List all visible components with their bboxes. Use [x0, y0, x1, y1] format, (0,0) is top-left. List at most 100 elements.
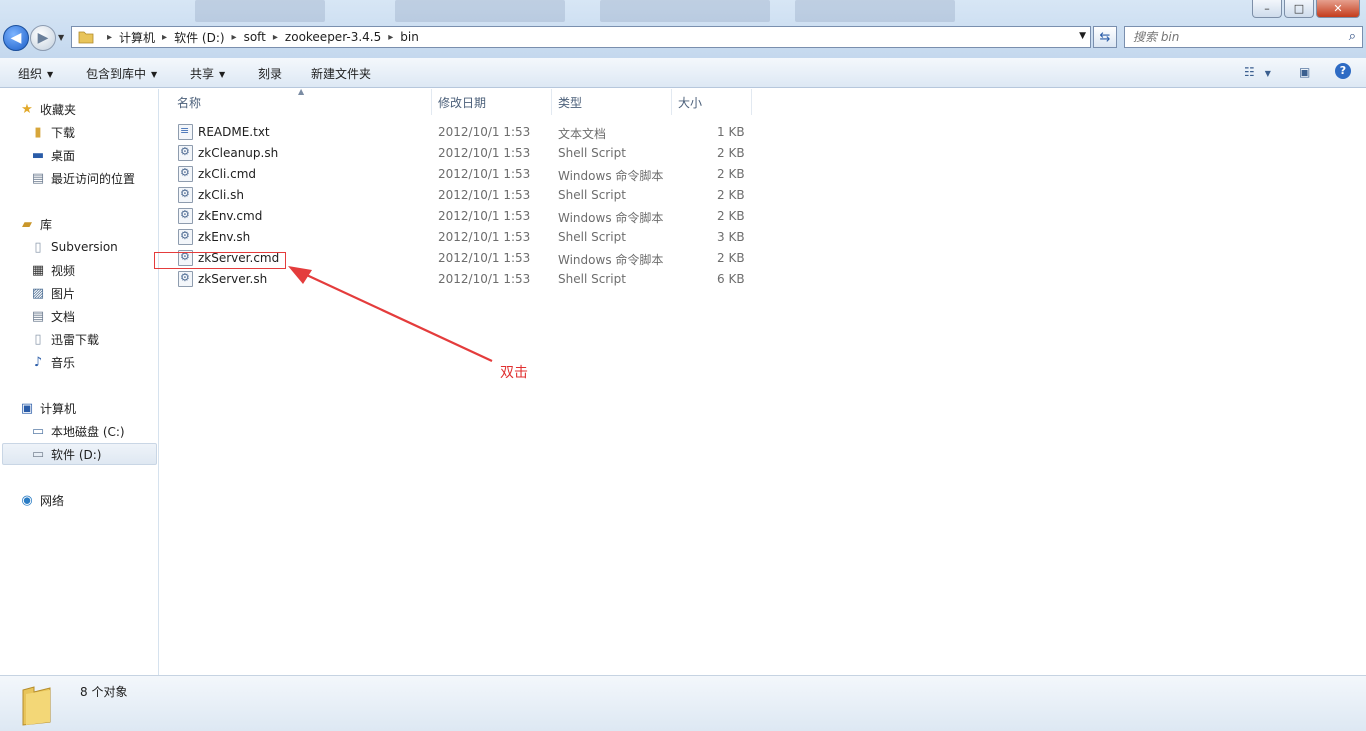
file-date: 2012/10/1 1:53 — [438, 146, 531, 160]
command-bar: 组织 ▼ 包含到库中 ▼ 共享 ▼ 刻录 新建文件夹 ☷ ▼ ▣ ? — [0, 58, 1366, 88]
column-type-label: 类型 — [558, 95, 583, 110]
folder-icon — [78, 31, 94, 44]
nav-favorites[interactable]: ★ 收藏夹 — [19, 98, 76, 120]
nav-label: 最近访问的位置 — [51, 171, 136, 186]
file-size: 6 KB — [717, 272, 745, 286]
file-name: zkServer.sh — [198, 272, 268, 286]
document-icon: ▤ — [31, 308, 45, 324]
file-size: 2 KB — [717, 209, 745, 223]
nav-videos[interactable]: ▦ 视频 — [30, 259, 75, 281]
crumb-bin[interactable]: bin — [400, 30, 419, 44]
nav-label: 文档 — [51, 309, 76, 324]
search-box[interactable]: ⌕ — [1124, 26, 1363, 48]
file-row[interactable]: zkEnv.sh 2012/10/1 1:53 Shell Script 3 K… — [177, 227, 757, 248]
nav-recent-places[interactable]: ▤ 最近访问的位置 — [30, 167, 135, 189]
file-name: zkCli.cmd — [198, 167, 257, 181]
preview-pane-button[interactable]: ▣ — [1299, 65, 1310, 79]
recent-pages-dropdown[interactable]: ▼ — [58, 33, 64, 42]
crumb-computer[interactable]: 计算机 — [119, 29, 155, 46]
file-row[interactable]: zkCli.cmd 2012/10/1 1:53 Windows 命令脚本 2 … — [177, 164, 757, 185]
chevron-down-icon: ▼ — [1264, 69, 1271, 78]
chevron-right-icon[interactable]: ▸ — [388, 32, 393, 43]
nav-downloads[interactable]: ▮ 下载 — [30, 121, 75, 143]
crumb-zookeeper[interactable]: zookeeper-3.4.5 — [285, 30, 381, 44]
nav-label: 本地磁盘 (C:) — [51, 424, 125, 439]
address-dropdown-icon[interactable]: ▼ — [1079, 31, 1086, 41]
taskbar-thumbnail — [195, 0, 325, 22]
nav-pictures[interactable]: ▨ 图片 — [30, 282, 75, 304]
file-size: 2 KB — [717, 167, 745, 181]
chevron-right-icon[interactable]: ▸ — [232, 32, 237, 43]
nav-label: Subversion — [51, 240, 118, 254]
nav-network[interactable]: ◉ 网络 — [19, 489, 64, 511]
column-header-size[interactable]: 大小 — [672, 89, 752, 115]
nav-documents[interactable]: ▤ 文档 — [30, 305, 75, 327]
column-header-type[interactable]: 类型 — [552, 89, 672, 115]
nav-libraries[interactable]: ▰ 库 — [19, 213, 52, 235]
download-folder-icon: ▮ — [34, 124, 42, 140]
nav-music[interactable]: ♪ 音乐 — [30, 351, 75, 373]
document-library-icon: ▯ — [34, 239, 42, 255]
script-file-icon — [178, 145, 193, 161]
new-folder-button[interactable]: 新建文件夹 — [311, 65, 371, 82]
refresh-button[interactable]: ⇆ — [1093, 26, 1117, 48]
crumb-drive-d[interactable]: 软件 (D:) — [174, 29, 224, 46]
address-bar[interactable]: ▸ 计算机 ▸ 软件 (D:) ▸ soft ▸ zookeeper-3.4.5… — [71, 26, 1091, 48]
file-row[interactable]: README.txt 2012/10/1 1:53 文本文档 1 KB — [177, 122, 757, 143]
file-date: 2012/10/1 1:53 — [438, 188, 531, 202]
script-file-icon — [178, 229, 193, 245]
chevron-down-icon: ▼ — [219, 70, 226, 79]
annotation-label: 双击 — [500, 365, 528, 381]
forward-button[interactable]: ▶ — [30, 25, 56, 51]
script-file-icon — [178, 208, 193, 224]
maximize-button[interactable]: □ — [1284, 0, 1314, 18]
recent-places-icon: ▤ — [31, 170, 45, 186]
file-row[interactable]: zkServer.sh 2012/10/1 1:53 Shell Script … — [177, 269, 757, 290]
search-input[interactable] — [1133, 30, 1333, 44]
file-date: 2012/10/1 1:53 — [438, 209, 531, 223]
file-row[interactable]: zkCli.sh 2012/10/1 1:53 Shell Script 2 K… — [177, 185, 757, 206]
chevron-right-icon[interactable]: ▸ — [273, 32, 278, 43]
taskbar-thumbnail — [795, 0, 955, 22]
script-file-icon — [178, 271, 193, 287]
highlight-box — [154, 252, 286, 269]
preview-pane-icon: ▣ — [1299, 65, 1311, 79]
chevron-right-icon[interactable]: ▸ — [162, 32, 167, 43]
script-file-icon — [178, 166, 193, 182]
nav-xunlei-downloads[interactable]: ▯ 迅雷下载 — [30, 328, 99, 350]
share-button[interactable]: 共享 ▼ — [190, 65, 225, 82]
crumb-soft[interactable]: soft — [244, 30, 266, 44]
file-row[interactable]: zkCleanup.sh 2012/10/1 1:53 Shell Script… — [177, 143, 757, 164]
desktop-icon: ▬ — [31, 147, 45, 163]
nav-label: 下载 — [51, 125, 76, 140]
file-row[interactable]: zkEnv.cmd 2012/10/1 1:53 Windows 命令脚本 2 … — [177, 206, 757, 227]
file-name: zkEnv.sh — [198, 230, 251, 244]
nav-computer[interactable]: ▣ 计算机 — [19, 397, 76, 419]
burn-button[interactable]: 刻录 — [258, 65, 282, 82]
nav-subversion[interactable]: ▯ Subversion — [30, 236, 118, 258]
organize-button[interactable]: 组织 ▼ — [18, 65, 53, 82]
nav-drive-c[interactable]: ▭ 本地磁盘 (C:) — [30, 420, 125, 442]
system-drive-icon: ▭ — [31, 423, 45, 439]
nav-label: 网络 — [40, 493, 65, 508]
view-options-button[interactable]: ☷ ▼ — [1244, 65, 1271, 79]
close-button[interactable]: ✕ — [1316, 0, 1360, 18]
search-icon[interactable]: ⌕ — [1349, 29, 1356, 44]
column-header-date[interactable]: 修改日期 — [432, 89, 552, 115]
chevron-right-icon[interactable]: ▸ — [107, 32, 112, 43]
chevron-down-icon: ▼ — [47, 70, 54, 79]
help-button[interactable]: ? — [1335, 63, 1351, 79]
include-in-library-button[interactable]: 包含到库中 ▼ — [86, 65, 157, 82]
column-header-name[interactable]: 名称 ▲ — [160, 87, 432, 115]
nav-desktop[interactable]: ▬ 桌面 — [30, 144, 75, 166]
nav-drive-d[interactable]: ▭ 软件 (D:) — [2, 443, 157, 465]
file-name: zkCleanup.sh — [198, 146, 279, 160]
file-date: 2012/10/1 1:53 — [438, 125, 531, 139]
video-icon: ▦ — [31, 262, 45, 278]
minimize-button[interactable]: – — [1252, 0, 1282, 18]
file-type: Windows 命令脚本 — [558, 211, 664, 225]
refresh-icon: ⇆ — [1099, 29, 1111, 45]
item-count: 8 个对象 — [80, 685, 128, 699]
nav-label: 桌面 — [51, 148, 76, 163]
back-button[interactable]: ◀ — [3, 25, 29, 51]
